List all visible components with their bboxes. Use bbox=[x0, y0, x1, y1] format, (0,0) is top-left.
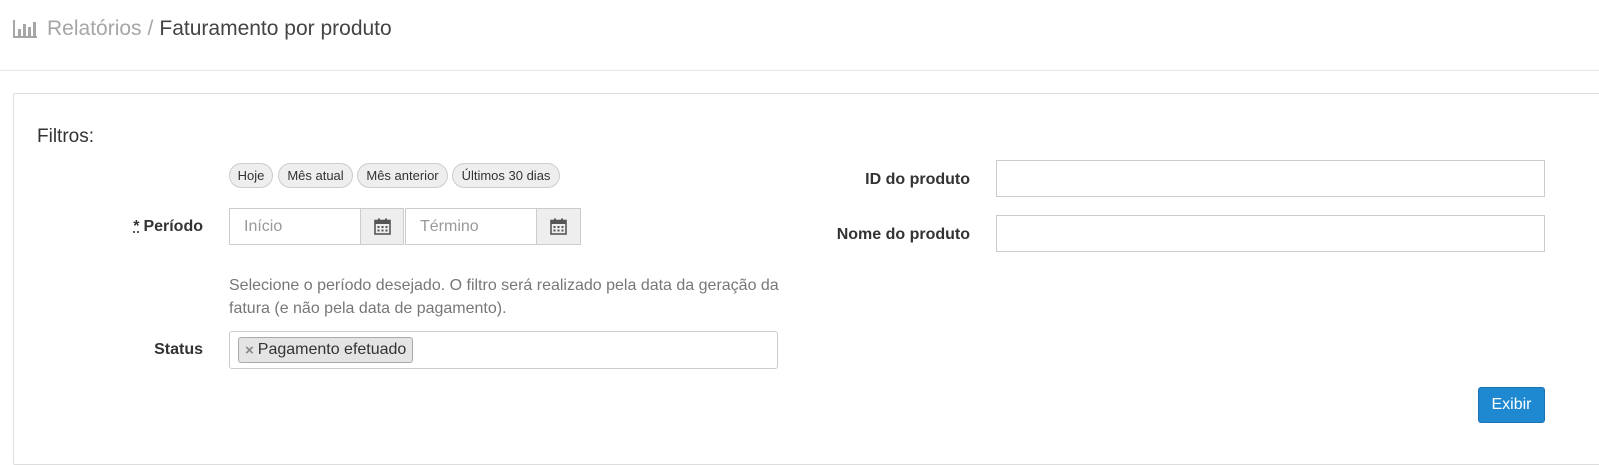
product-id-input[interactable] bbox=[996, 160, 1545, 197]
quick-range-today-button[interactable]: Hoje bbox=[229, 163, 273, 188]
quick-range-previous-month-button[interactable]: Mês anterior bbox=[357, 163, 448, 188]
status-tag-label: Pagamento efetuado bbox=[257, 341, 407, 358]
period-end-input[interactable] bbox=[405, 208, 537, 245]
page-title: Faturamento por produto bbox=[159, 17, 392, 40]
period-label: * Período bbox=[133, 217, 203, 237]
page-header: Relatórios / Faturamento por produto bbox=[0, 0, 1599, 71]
remove-tag-icon[interactable]: × bbox=[245, 342, 254, 359]
period-label-text: Período bbox=[143, 218, 203, 235]
product-id-label: ID do produto bbox=[865, 171, 970, 188]
breadcrumb: Relatórios / Faturamento por produto bbox=[47, 16, 392, 42]
period-end-calendar-button[interactable] bbox=[536, 208, 581, 245]
calendar-icon bbox=[550, 218, 567, 235]
filters-title: Filtros: bbox=[37, 126, 94, 147]
status-label: Status bbox=[154, 341, 203, 358]
quick-range-current-month-button[interactable]: Mês atual bbox=[278, 163, 353, 188]
product-name-label: Nome do produto bbox=[836, 226, 970, 243]
calendar-icon bbox=[373, 218, 391, 235]
status-multiselect[interactable]: × Pagamento efetuado bbox=[229, 331, 778, 369]
period-help-text: Selecione o período desejado. O filtro s… bbox=[229, 277, 779, 317]
breadcrumb-parent[interactable]: Relatórios bbox=[47, 17, 142, 40]
period-start-input[interactable] bbox=[229, 208, 361, 245]
status-tag: × Pagamento efetuado bbox=[238, 337, 414, 363]
required-mark: * bbox=[133, 218, 140, 235]
quick-range-last-30-days-button[interactable]: Últimos 30 dias bbox=[452, 163, 560, 188]
submit-button[interactable]: Exibir bbox=[1478, 387, 1545, 423]
product-name-input[interactable] bbox=[996, 215, 1545, 252]
breadcrumb-separator: / bbox=[147, 17, 154, 40]
bar-chart-icon bbox=[13, 20, 37, 38]
period-start-calendar-button[interactable] bbox=[360, 208, 404, 245]
